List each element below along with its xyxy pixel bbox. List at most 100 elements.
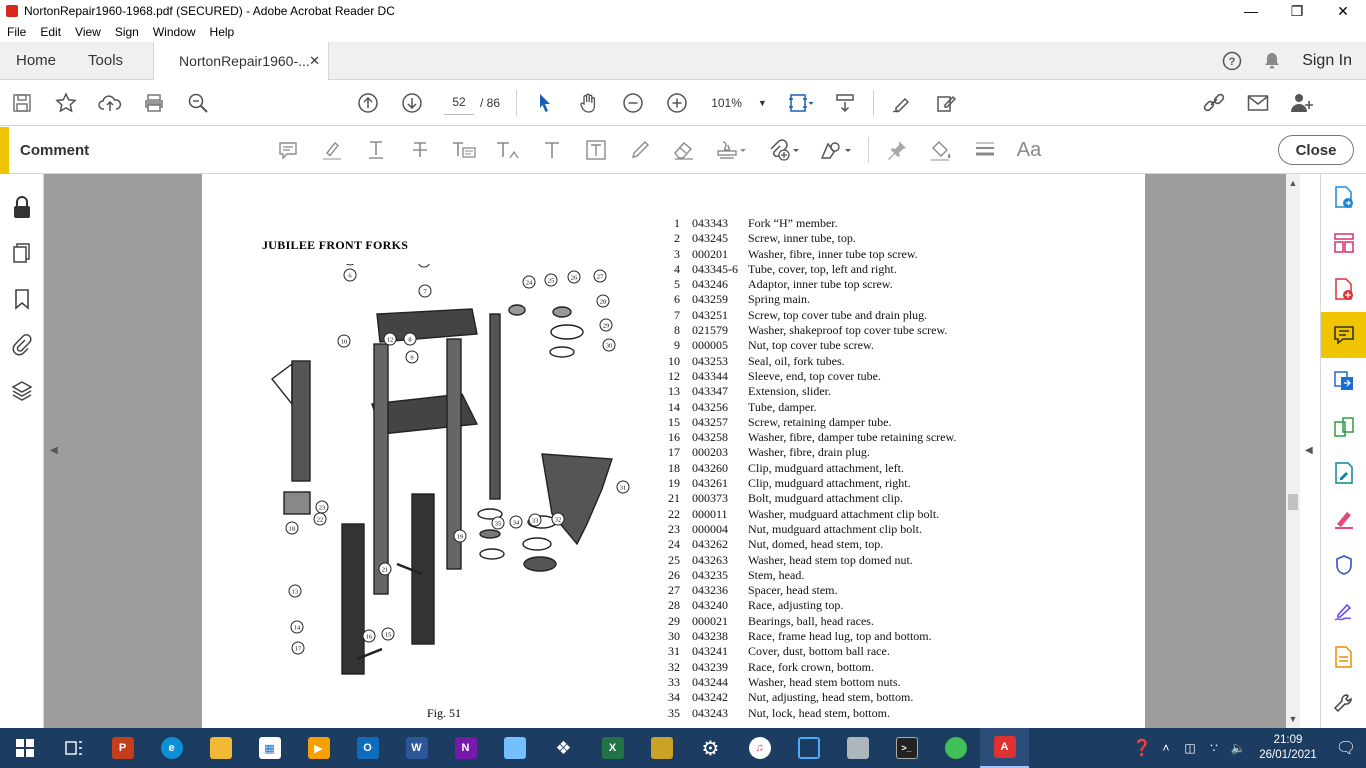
print-icon[interactable] <box>132 80 176 126</box>
word-icon[interactable]: W <box>392 728 441 768</box>
text-properties-icon[interactable]: Aa <box>1007 127 1051 174</box>
volume-icon[interactable]: 🔈 <box>1226 728 1250 768</box>
zoom-in-icon[interactable] <box>655 80 699 126</box>
eraser-icon[interactable] <box>662 127 706 174</box>
hand-tool-icon[interactable] <box>567 80 611 126</box>
excel-icon[interactable]: X <box>588 728 637 768</box>
strikethrough-text-icon[interactable] <box>398 127 442 174</box>
collapse-right-panel-icon[interactable]: ◀ <box>1305 445 1313 456</box>
restore-button[interactable]: ❐ <box>1274 0 1320 22</box>
bookmark-star-icon[interactable] <box>44 80 88 126</box>
camera-app-icon[interactable] <box>833 728 882 768</box>
page-thumbnails-icon[interactable] <box>0 230 44 276</box>
save-icon[interactable] <box>0 80 44 126</box>
scroll-down-icon[interactable]: ▼ <box>1288 714 1298 724</box>
sticky-note-icon[interactable] <box>266 127 310 174</box>
edit-pdf-icon[interactable] <box>924 80 968 126</box>
window-app-icon[interactable] <box>784 728 833 768</box>
file-explorer-icon[interactable] <box>196 728 245 768</box>
page-number-input[interactable] <box>444 90 474 115</box>
menu-help[interactable]: Help <box>203 25 242 39</box>
close-window-button[interactable]: ✕ <box>1320 0 1366 22</box>
close-comment-button[interactable]: Close <box>1278 135 1354 165</box>
export-pdf-icon[interactable] <box>1321 174 1366 220</box>
menu-file[interactable]: File <box>0 25 33 39</box>
chevron-up-icon[interactable]: ˄ <box>1154 728 1178 768</box>
minimize-button[interactable]: — <box>1228 0 1274 22</box>
vertical-scrollbar[interactable]: ▲ ▼ <box>1286 174 1300 728</box>
wifi-icon[interactable]: ∵ <box>1202 728 1226 768</box>
powerpoint-icon[interactable]: P <box>98 728 147 768</box>
collapse-left-panel-icon[interactable]: ◀ <box>50 445 58 456</box>
attachments-paperclip-icon[interactable] <box>0 322 44 368</box>
compress-pdf-icon[interactable] <box>1321 404 1366 450</box>
notes-app-icon[interactable] <box>490 728 539 768</box>
email-icon[interactable] <box>1236 80 1280 126</box>
highlight-text-icon[interactable] <box>310 127 354 174</box>
scroll-up-icon[interactable]: ▲ <box>1288 178 1298 188</box>
send-for-review-icon[interactable] <box>1321 634 1366 680</box>
microsoft-store-icon[interactable]: ▦ <box>245 728 294 768</box>
next-page-icon[interactable] <box>390 80 434 126</box>
notification-center-icon[interactable]: 🗨 <box>1326 728 1366 768</box>
drawing-shapes-icon[interactable] <box>810 127 862 174</box>
terminal-icon[interactable]: >_ <box>882 728 931 768</box>
pin-icon[interactable] <box>875 127 919 174</box>
zoom-level-dropdown[interactable]: 101% ▼ <box>699 96 779 110</box>
scrollbar-thumb[interactable] <box>1288 494 1298 510</box>
underline-text-icon[interactable] <box>354 127 398 174</box>
security-lock-icon[interactable] <box>0 184 44 230</box>
share-link-icon[interactable] <box>1192 80 1236 126</box>
outlook-icon[interactable]: O <box>343 728 392 768</box>
windows-start-icon[interactable] <box>0 728 49 768</box>
tab-document[interactable]: NortonRepair1960-... ✕ <box>153 41 330 80</box>
stamp-icon[interactable] <box>706 127 758 174</box>
insert-text-icon[interactable] <box>486 127 530 174</box>
previous-page-icon[interactable] <box>346 80 390 126</box>
upload-cloud-icon[interactable] <box>88 80 132 126</box>
sign-in-link[interactable]: Sign In <box>1302 52 1352 70</box>
organize-pages-icon[interactable] <box>1321 220 1366 266</box>
protect-shield-icon[interactable] <box>1321 542 1366 588</box>
books-app-icon[interactable] <box>637 728 686 768</box>
line-weight-icon[interactable] <box>963 127 1007 174</box>
help-icon[interactable]: ? <box>1222 51 1242 71</box>
add-user-icon[interactable] <box>1280 80 1324 126</box>
edge-browser-icon[interactable]: e <box>147 728 196 768</box>
convert-pdf-icon[interactable] <box>1321 358 1366 404</box>
attach-file-icon[interactable] <box>758 127 810 174</box>
fill-color-icon[interactable] <box>919 127 963 174</box>
battery-icon[interactable]: ◫ <box>1178 728 1202 768</box>
notification-bell-icon[interactable] <box>1262 51 1282 71</box>
zoom-out-icon[interactable] <box>611 80 655 126</box>
media-player-icon[interactable]: ▶ <box>294 728 343 768</box>
comment-tool-icon[interactable] <box>1321 312 1366 358</box>
zoom-search-icon[interactable] <box>176 80 220 126</box>
layers-icon[interactable] <box>0 368 44 414</box>
close-tab-icon[interactable]: ✕ <box>309 53 320 69</box>
acrobat-taskbar-icon[interactable]: A <box>980 728 1029 768</box>
task-view-icon[interactable] <box>49 728 98 768</box>
text-box-icon[interactable] <box>574 127 618 174</box>
android-app-icon[interactable] <box>931 728 980 768</box>
clock[interactable]: 21:09 26/01/2021 <box>1250 733 1326 763</box>
replace-text-icon[interactable] <box>442 127 486 174</box>
menu-sign[interactable]: Sign <box>108 25 146 39</box>
create-pdf-icon[interactable] <box>1321 266 1366 312</box>
tab-tools[interactable]: Tools <box>72 42 139 80</box>
fill-form-icon[interactable] <box>1321 450 1366 496</box>
itunes-icon[interactable]: ♫ <box>735 728 784 768</box>
menu-edit[interactable]: Edit <box>33 25 68 39</box>
bookmarks-icon[interactable] <box>0 276 44 322</box>
pencil-draw-icon[interactable] <box>618 127 662 174</box>
settings-gear-icon[interactable]: ⚙ <box>686 728 735 768</box>
dropbox-icon[interactable]: ❖ <box>539 728 588 768</box>
document-viewport[interactable]: JUBILEE FRONT FORKS 6 7 8 9 10 12 13 14 … <box>44 174 1286 728</box>
menu-view[interactable]: View <box>68 25 108 39</box>
add-text-comment-icon[interactable] <box>530 127 574 174</box>
scroll-mode-icon[interactable] <box>823 80 867 126</box>
onenote-icon[interactable]: N <box>441 728 490 768</box>
more-tools-wrench-icon[interactable] <box>1321 680 1366 726</box>
page-fit-icon[interactable] <box>779 80 823 126</box>
highlight-pen-icon[interactable] <box>1321 496 1366 542</box>
